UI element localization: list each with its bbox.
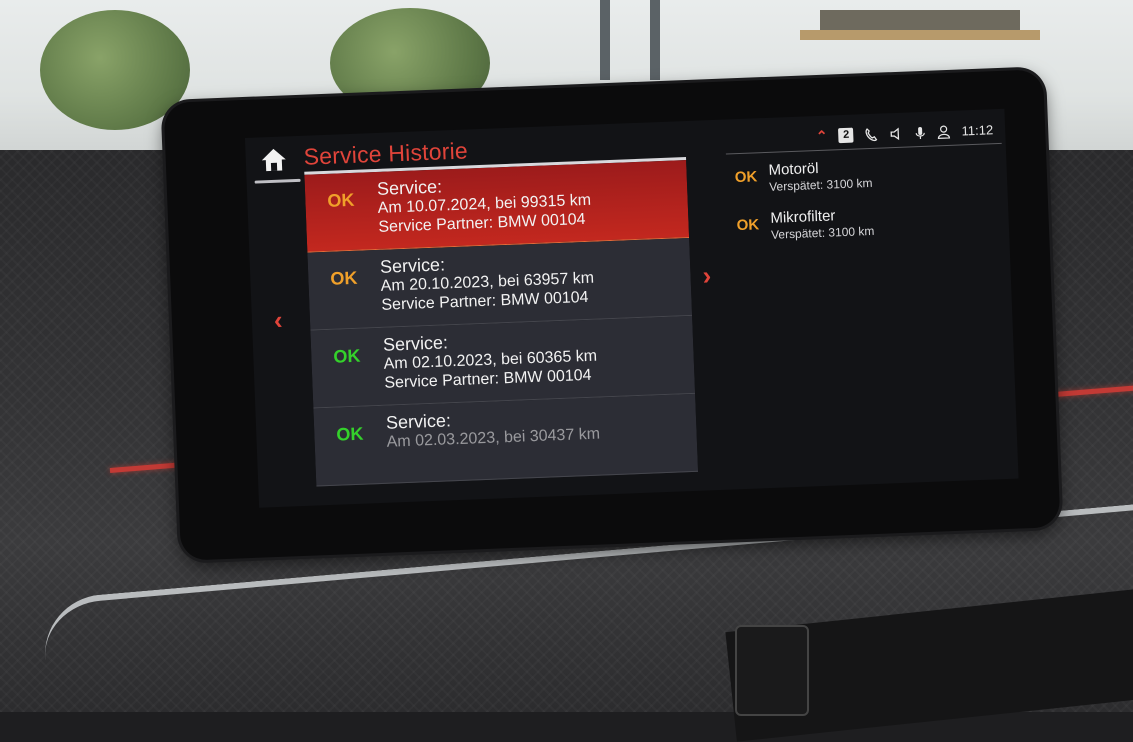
status-ok: OK <box>330 267 358 289</box>
list-item-text: Service: Am 20.10.2023, bei 63957 km Ser… <box>380 250 596 315</box>
list-item[interactable]: OK Service: Am 02.03.2023, bei 30437 km <box>313 393 699 487</box>
detail-pane: OK Motoröl Verspätet: 3100 km OK Mikrofi… <box>728 151 1001 257</box>
window-frame <box>600 0 610 80</box>
home-button[interactable] <box>251 144 301 184</box>
shelf <box>800 30 1040 40</box>
notification-badge[interactable]: 2 <box>838 127 854 144</box>
plant-left <box>40 10 190 130</box>
home-underline <box>254 178 301 184</box>
chevron-left-icon[interactable]: ‹ <box>273 305 283 336</box>
status-ok: OK <box>333 345 361 367</box>
clock: 11:12 <box>961 122 994 139</box>
display-bezel: Service Historie ⌃ 2 11:12 ‹ OK Service:… <box>163 69 1061 561</box>
list-item[interactable]: OK Service: Am 10.07.2024, bei 99315 km … <box>304 160 690 253</box>
list-item[interactable]: OK Service: Am 20.10.2023, bei 63957 km … <box>307 237 693 331</box>
list-item[interactable]: OK Service: Am 02.10.2023, bei 60365 km … <box>310 315 696 409</box>
list-item-text: Service: Am 02.10.2023, bei 60365 km Ser… <box>383 328 599 393</box>
shelf-items <box>820 10 1020 32</box>
speaker-icon <box>890 127 900 140</box>
list-item-text: Service: Am 10.07.2024, bei 99315 km Ser… <box>377 172 593 237</box>
list-item-text: Service: Am 02.03.2023, bei 30437 km <box>386 406 601 452</box>
detail-item[interactable]: OK Mikrofilter Verspätet: 3100 km <box>730 199 1002 257</box>
detail-note: Verspätet: 3100 km <box>768 175 873 194</box>
status-bar: ⌃ 2 11:12 <box>816 121 994 145</box>
status-ok: OK <box>734 168 758 187</box>
detail-name: Mikrofilter <box>770 207 836 227</box>
status-ok: OK <box>336 423 364 445</box>
user-icon <box>938 125 951 139</box>
detail-name: Motoröl <box>768 159 819 179</box>
home-icon <box>261 148 286 172</box>
chevron-right-icon[interactable]: › <box>702 260 712 291</box>
phone-icon <box>865 127 878 141</box>
detail-note: Verspätet: 3100 km <box>770 223 875 242</box>
window-frame <box>650 0 660 80</box>
chevron-up-icon[interactable]: ⌃ <box>816 128 828 145</box>
microphone-icon <box>916 126 926 139</box>
infotainment-screen: Service Historie ⌃ 2 11:12 ‹ OK Service:… <box>244 108 1019 508</box>
vent-knob <box>735 625 809 716</box>
status-ok: OK <box>736 216 760 235</box>
status-ok: OK <box>327 189 355 211</box>
service-history-list: OK Service: Am 10.07.2024, bei 99315 km … <box>304 157 699 493</box>
